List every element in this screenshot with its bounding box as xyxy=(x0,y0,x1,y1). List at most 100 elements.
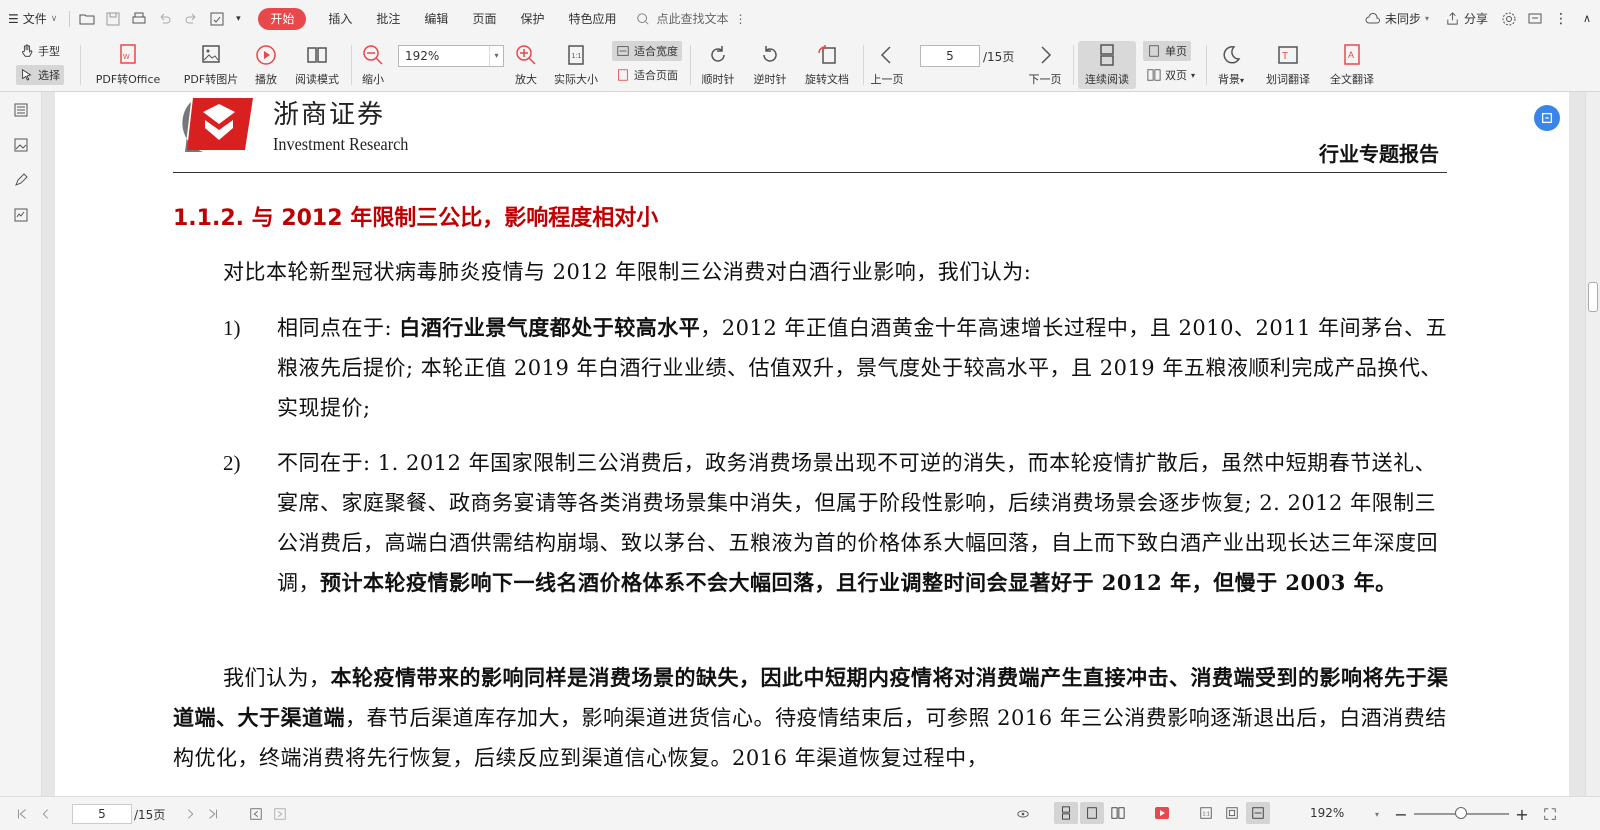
chevron-down-icon[interactable]: ▾ xyxy=(1372,806,1382,822)
page-number-input[interactable]: 5 xyxy=(920,45,980,67)
more-dropdown-icon[interactable]: ▾ xyxy=(230,0,246,37)
chevron-down-icon: ▾ xyxy=(489,46,503,66)
status-page-input[interactable]: 5 xyxy=(72,804,132,824)
actual-size-icon: 1:1 xyxy=(568,45,584,65)
single-view-icon[interactable] xyxy=(1080,802,1104,824)
single-page-button[interactable]: 单页 xyxy=(1143,41,1191,61)
last-page-icon[interactable] xyxy=(205,806,221,822)
divider xyxy=(1073,45,1074,85)
status-bar: 5 /15页 1:1 192% ▾ − + xyxy=(0,796,1600,830)
divider xyxy=(1206,45,1207,85)
actual-size-button[interactable]: 1:1 实际大小 xyxy=(550,41,602,89)
list-item: 不同在于: 1. 2012 年国家限制三公消费后，政务消费场景出现不可逆的消失，… xyxy=(277,443,1453,603)
tab-edit[interactable]: 编辑 xyxy=(412,8,460,30)
forward-icon[interactable] xyxy=(272,806,288,822)
select-tool-button[interactable]: 选择 xyxy=(16,65,64,85)
outline-icon[interactable] xyxy=(11,100,31,120)
pdf-page: 浙商证券 Investment Research 行业专题报告 1.1.2. 与… xyxy=(55,92,1569,796)
zoom-out-button[interactable]: 缩小 xyxy=(357,41,389,89)
pdf-to-office-label: PDF转Office xyxy=(95,73,161,86)
annotation-icon[interactable] xyxy=(11,170,31,190)
continuous-read-icon xyxy=(1100,44,1114,66)
zoom-minus-icon[interactable]: − xyxy=(1394,805,1408,824)
zoom-slider-handle[interactable] xyxy=(1455,807,1467,819)
pdf-to-office-button[interactable]: W PDF转Office xyxy=(88,41,168,89)
fit-page-button[interactable]: 适合页面 xyxy=(612,65,682,85)
open-folder-icon[interactable] xyxy=(74,0,100,37)
share-icon xyxy=(1447,12,1458,25)
scrollbar-thumb[interactable] xyxy=(1588,282,1598,312)
word-translate-button[interactable]: T 划词翻译 xyxy=(1262,41,1314,89)
feedback-icon[interactable] xyxy=(1522,0,1548,37)
floating-tool-button[interactable] xyxy=(1534,105,1560,131)
rotate-clockwise-label: 顺时针 xyxy=(701,73,735,86)
file-menu[interactable]: ☰ 文件 ∨ xyxy=(0,0,65,37)
double-page-label: 双页 xyxy=(1165,69,1187,82)
rotate-counterclockwise-label: 逆时针 xyxy=(753,73,787,86)
fit-width-icon[interactable] xyxy=(1246,802,1270,824)
double-page-button[interactable]: 双页 ▾ xyxy=(1143,65,1199,85)
file-menu-label: 文件 xyxy=(22,12,47,26)
previous-page-button[interactable]: 上一页 xyxy=(866,41,908,89)
continuous-read-button[interactable]: 连续阅读 xyxy=(1078,41,1136,89)
zoom-plus-icon[interactable]: + xyxy=(1515,805,1529,824)
zoom-select[interactable]: 192% ▾ xyxy=(398,45,504,67)
share-button[interactable]: 分享 xyxy=(1437,0,1496,37)
redo-icon[interactable] xyxy=(178,0,204,37)
first-page-icon[interactable] xyxy=(14,806,30,822)
fit-width-button[interactable]: 适合宽度 xyxy=(612,41,682,61)
rotate-counterclockwise-button[interactable]: 逆时针 xyxy=(749,41,791,89)
rotate-document-button[interactable]: 旋转文档 xyxy=(801,41,853,89)
reading-mode-button[interactable]: 阅读模式 xyxy=(291,41,343,89)
double-view-icon[interactable] xyxy=(1106,802,1130,824)
actual-size-icon[interactable]: 1:1 xyxy=(1194,802,1218,824)
save-icon[interactable] xyxy=(100,0,126,37)
more-icon[interactable]: ⋮ xyxy=(1548,0,1574,37)
full-translate-button[interactable]: A 全文翻译 xyxy=(1326,41,1378,89)
play-button[interactable]: 播放 xyxy=(250,41,282,89)
sync-status[interactable]: 未同步 ▾ xyxy=(1357,0,1437,37)
signature-icon[interactable] xyxy=(11,205,31,225)
zoom-in-button[interactable]: 放大 xyxy=(510,41,542,89)
collapse-ribbon-icon[interactable]: ∧ xyxy=(1574,0,1600,37)
status-zoom-value[interactable]: 192% xyxy=(1310,806,1344,820)
fit-page-icon[interactable] xyxy=(1220,802,1244,824)
settings-gear-icon[interactable] xyxy=(1496,0,1522,37)
tab-page[interactable]: 页面 xyxy=(460,8,508,30)
vertical-scrollbar[interactable] xyxy=(1585,92,1600,796)
next-page-icon[interactable] xyxy=(182,806,198,822)
eye-protection-icon[interactable] xyxy=(1014,806,1032,822)
header-divider xyxy=(173,172,1447,173)
hand-tool-button[interactable]: 手型 xyxy=(16,41,64,61)
back-icon[interactable] xyxy=(248,806,264,822)
tab-comment[interactable]: 批注 xyxy=(364,8,412,30)
thumbnail-icon[interactable] xyxy=(11,135,31,155)
tab-start[interactable]: 开始 xyxy=(258,7,307,30)
svg-text:A: A xyxy=(1348,50,1354,60)
tab-protect[interactable]: 保护 xyxy=(508,8,556,30)
hand-icon xyxy=(22,44,33,57)
chevron-right-icon xyxy=(1041,46,1052,64)
previous-page-icon[interactable] xyxy=(38,806,54,822)
search-icon xyxy=(637,12,650,25)
hand-tool-label: 手型 xyxy=(38,45,60,58)
undo-icon[interactable] xyxy=(152,0,178,37)
pdf-to-image-button[interactable]: PDF转图片 xyxy=(180,41,242,89)
search-text[interactable]: 点此查找文本 ⋮ xyxy=(628,10,754,27)
rotate-clockwise-button[interactable]: 顺时针 xyxy=(697,41,739,89)
left-sidebar xyxy=(0,92,42,796)
background-button[interactable]: 背景▾ xyxy=(1212,41,1250,89)
export-icon[interactable] xyxy=(204,0,230,37)
next-page-button[interactable]: 下一页 xyxy=(1024,41,1066,89)
pdf-to-image-icon xyxy=(202,45,220,63)
play-slideshow-icon[interactable] xyxy=(1150,802,1174,824)
document-viewport[interactable]: 浙商证券 Investment Research 行业专题报告 1.1.2. 与… xyxy=(42,92,1585,796)
fullscreen-icon[interactable] xyxy=(1542,806,1558,822)
tab-features[interactable]: 特色应用 xyxy=(556,8,628,30)
zoom-out-icon xyxy=(363,45,383,65)
tab-insert[interactable]: 插入 xyxy=(316,8,364,30)
print-icon[interactable] xyxy=(126,0,152,37)
continuous-view-icon[interactable] xyxy=(1054,802,1078,824)
share-label: 分享 xyxy=(1463,12,1488,26)
paragraph-prefix: 我们认为， xyxy=(223,666,331,690)
